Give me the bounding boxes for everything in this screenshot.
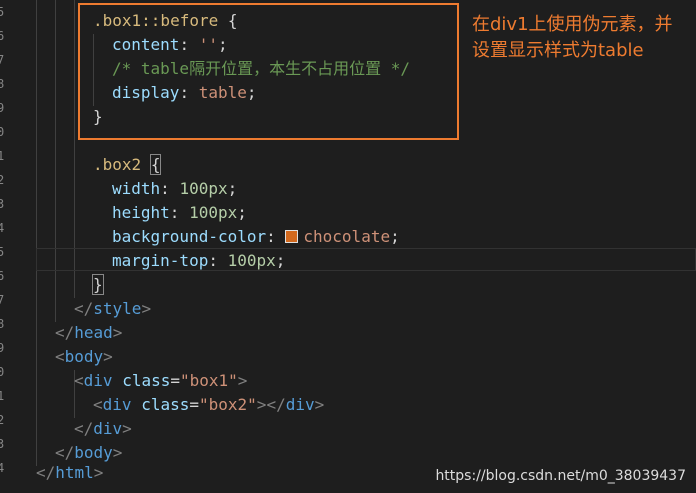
css-property: background-color <box>112 227 267 246</box>
line-number: 8 <box>0 317 5 331</box>
line-number: 1 <box>0 389 5 403</box>
line-number: 4 <box>0 461 5 475</box>
line-number: 3 <box>0 197 5 211</box>
watermark: https://blog.csdn.net/m0_38039437 <box>435 468 686 484</box>
css-value: 100px <box>179 179 228 198</box>
html-tag: div <box>102 395 132 414</box>
code-line: </head> <box>55 323 123 342</box>
line-number: 6 <box>0 269 5 283</box>
css-value: 100px <box>227 251 276 270</box>
code-line: .box2 { <box>93 153 162 177</box>
line-number: 9 <box>0 101 5 115</box>
attribute-value: "box2" <box>199 395 257 414</box>
html-tag: div <box>285 395 315 414</box>
css-value: 100px <box>189 203 238 222</box>
color-swatch-icon[interactable] <box>285 230 299 243</box>
code-line: <div class="box2"></div> <box>93 395 325 414</box>
code-line: </div> <box>74 419 132 438</box>
line-number: 8 <box>0 77 5 91</box>
html-tag: div <box>93 419 123 438</box>
annotation-line: 在div1上使用伪元素，并 <box>472 14 673 35</box>
html-tag: div <box>83 371 113 390</box>
code-line: </style> <box>74 299 152 318</box>
code-line: } <box>92 273 104 297</box>
css-property: margin-top <box>112 251 209 270</box>
html-attribute: class <box>122 371 171 390</box>
line-number: 0 <box>0 125 5 139</box>
css-value: chocolate <box>303 227 391 246</box>
line-number: 7 <box>0 293 5 307</box>
annotation-highlight-box <box>78 3 459 140</box>
html-tag: body <box>64 347 104 366</box>
line-number: 1 <box>0 149 5 163</box>
attribute-value: "box1" <box>180 371 238 390</box>
code-line: <body> <box>55 347 113 366</box>
line-number: 6 <box>0 29 5 43</box>
line-number: 5 <box>0 5 5 19</box>
html-tag: body <box>74 443 113 462</box>
html-tag: style <box>93 299 142 318</box>
matched-bracket: { <box>149 154 162 175</box>
html-tag: head <box>74 323 113 342</box>
line-number: 9 <box>0 341 5 355</box>
line-number: 3 <box>0 437 5 451</box>
matched-bracket: } <box>92 274 104 295</box>
css-property: width <box>112 179 161 198</box>
line-number: 7 <box>0 53 5 67</box>
code-line: margin-top: 100px; <box>112 251 286 270</box>
line-number-gutter: 5 6 7 8 9 0 1 2 3 4 5 6 7 8 9 0 1 2 3 4 <box>0 0 6 493</box>
line-number: 2 <box>0 413 5 427</box>
line-number: 2 <box>0 173 5 187</box>
code-line: <div class="box1"> <box>74 371 248 390</box>
code-line: height: 100px; <box>112 203 247 222</box>
code-line: width: 100px; <box>112 179 238 198</box>
annotation-note: 在div1上使用伪元素，并 设置显示样式为table <box>472 12 694 64</box>
code-line: </html> <box>36 463 104 482</box>
indent-guide <box>36 0 37 466</box>
css-selector: .box2 <box>93 155 142 174</box>
indent-guide <box>55 0 56 322</box>
html-attribute: class <box>141 395 190 414</box>
line-number: 4 <box>0 221 5 235</box>
annotation-line: 设置显示样式为table <box>472 40 644 61</box>
css-property: height <box>112 203 170 222</box>
html-tag: html <box>55 463 94 482</box>
line-number: 5 <box>0 245 5 259</box>
line-number: 0 <box>0 365 5 379</box>
code-line: background-color: chocolate; <box>112 227 400 246</box>
